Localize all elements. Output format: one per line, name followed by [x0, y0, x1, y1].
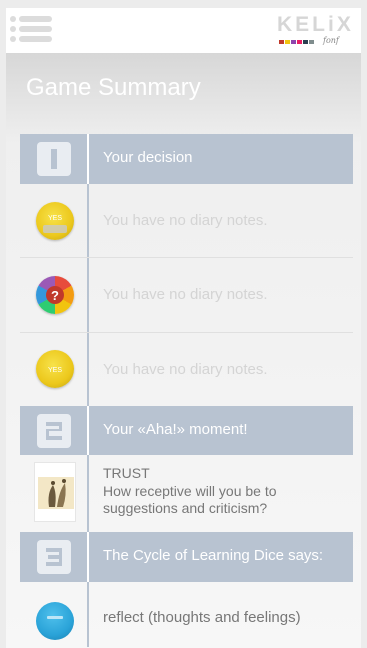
card-question: How receptive will you be to suggestions… — [103, 483, 277, 516]
question-die-icon: ? — [36, 276, 74, 314]
section-title: Your «Aha!» moment! — [103, 421, 248, 438]
section-header-decision: Your decision — [20, 134, 353, 184]
section-header-aha: Your «Aha!» moment! — [20, 406, 353, 455]
card-title: TRUST — [103, 465, 150, 481]
decision-row[interactable]: YES You have no diary notes. — [20, 184, 353, 258]
reflect-die-icon — [36, 602, 74, 640]
section-title: The Cycle of Learning Dice says: — [103, 547, 324, 564]
section-number-1-icon — [37, 142, 71, 176]
app-header: KELiX fonf — [6, 8, 361, 53]
diary-note-text: You have no diary notes. — [103, 212, 268, 229]
section-title: Your decision — [103, 149, 193, 166]
section-header-dice: The Cycle of Learning Dice says: — [20, 532, 353, 582]
yes-die-icon: YES — [36, 202, 74, 240]
decision-row[interactable]: YES You have no diary notes. — [20, 333, 353, 406]
logo-color-squares — [279, 40, 314, 44]
diary-note-text: You have no diary notes. — [103, 286, 268, 303]
page-title: Game Summary — [26, 74, 201, 101]
logo-wordmark: KELiX — [277, 13, 354, 36]
section-number-2-icon — [37, 414, 71, 448]
aha-card-row[interactable]: TRUST How receptive will you be to sugge… — [20, 455, 353, 532]
yes-die-icon: YES — [36, 350, 74, 388]
section-number-3-icon — [37, 540, 71, 574]
svg-text:YES: YES — [48, 367, 62, 374]
hamburger-menu-icon[interactable] — [10, 12, 52, 44]
kelix-logo: KELiX fonf — [277, 13, 355, 49]
dice-result-row[interactable]: reflect (thoughts and feelings) — [20, 582, 353, 647]
trust-card-icon — [34, 462, 76, 522]
summary-list: Your decision YES You have no diary note… — [20, 134, 353, 647]
svg-text:YES: YES — [48, 215, 62, 222]
svg-text:?: ? — [51, 288, 59, 303]
game-summary-screen: Game Summary Your decision YES You have … — [6, 53, 361, 648]
decision-row[interactable]: ? You have no diary notes. — [20, 258, 353, 333]
dice-result-text: reflect (thoughts and feelings) — [103, 609, 301, 626]
diary-note-text: You have no diary notes. — [103, 361, 268, 378]
logo-script: fonf — [323, 36, 339, 45]
